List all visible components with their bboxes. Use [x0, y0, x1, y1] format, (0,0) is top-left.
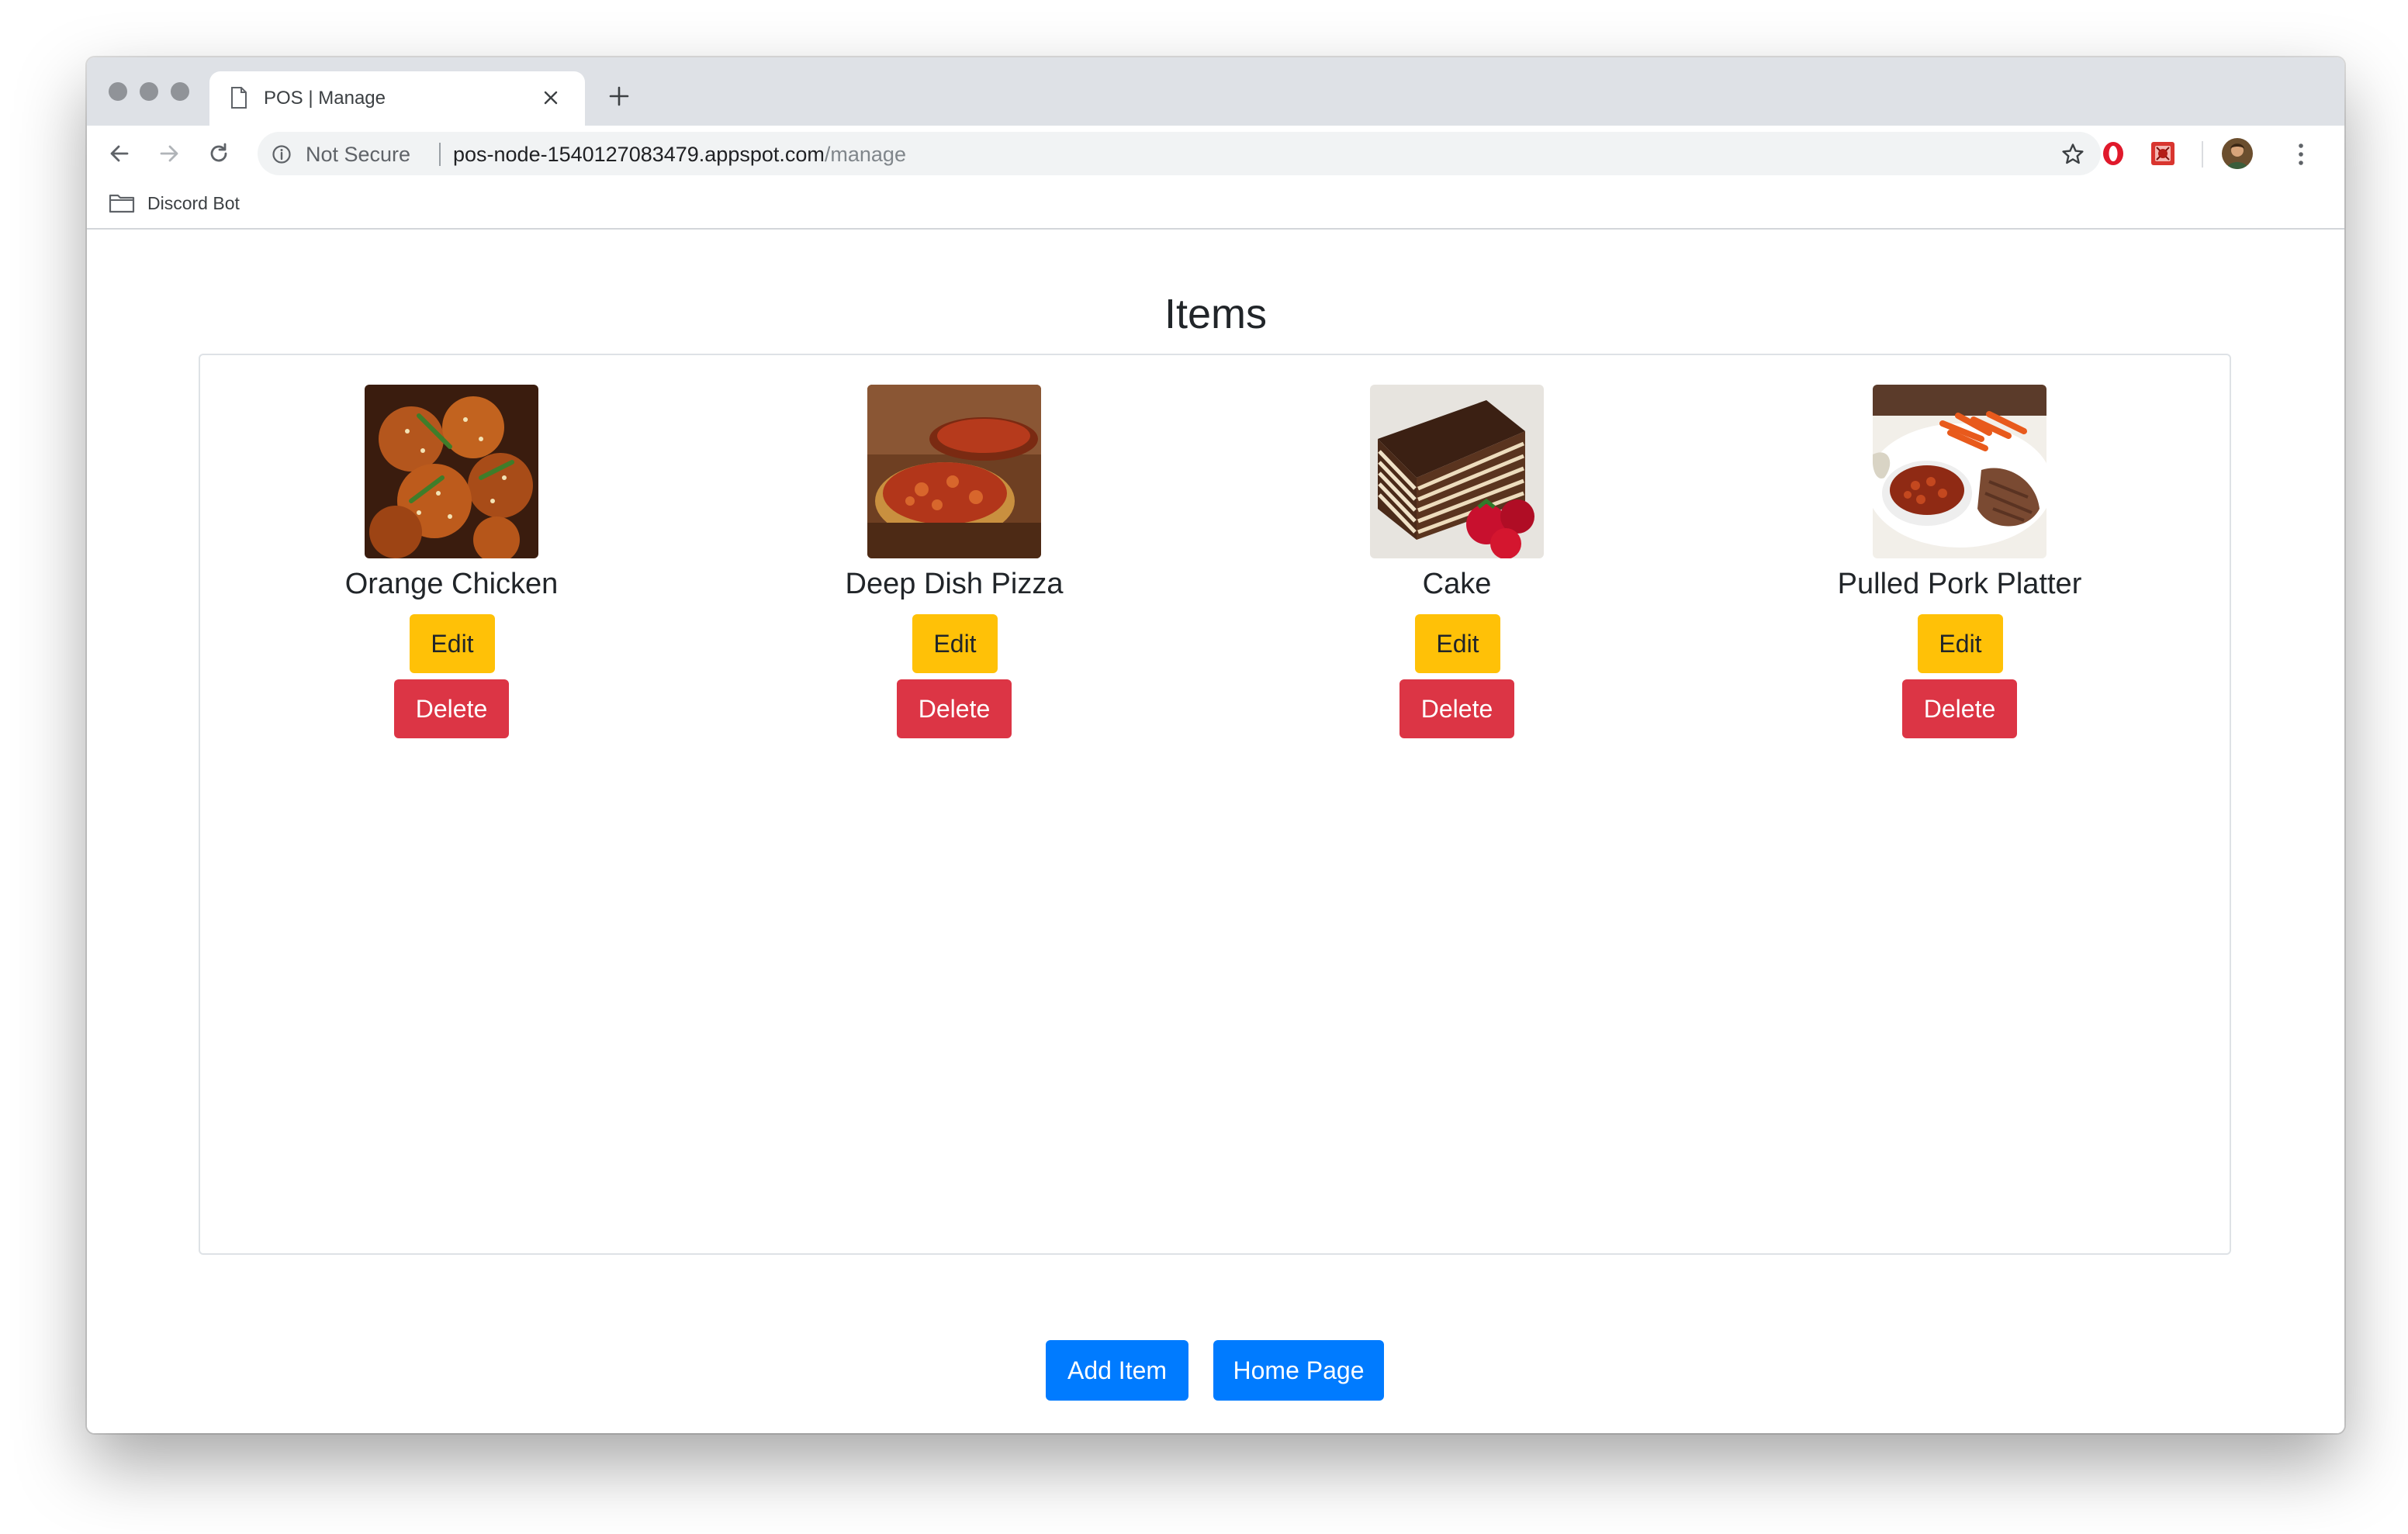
browser-window: POS | Manage Not Secure pos-node-1540127…	[87, 57, 2344, 1433]
kebab-menu-icon[interactable]	[2296, 141, 2306, 168]
desktop: POS | Manage Not Secure pos-node-1540127…	[0, 0, 2408, 1534]
avatar-icon	[2222, 138, 2253, 169]
delete-button[interactable]: Delete	[1399, 679, 1514, 738]
item-image-cake	[1370, 385, 1544, 558]
tab-strip: POS | Manage	[87, 57, 2344, 126]
bookmark-star-icon[interactable]	[2060, 142, 2085, 167]
address-bar[interactable]: Not Secure pos-node-1540127083479.appspo…	[258, 132, 2101, 175]
tab-pos-manage[interactable]: POS | Manage	[209, 71, 585, 126]
red-extension-icon[interactable]	[2149, 140, 2177, 168]
opera-extension-icon[interactable]	[2099, 140, 2127, 168]
url-host: pos-node-1540127083479.appspot.com	[453, 143, 825, 166]
window-close-button[interactable]	[109, 82, 127, 101]
document-icon	[231, 87, 247, 109]
delete-button[interactable]: Delete	[897, 679, 1012, 738]
url-path: /manage	[824, 143, 906, 166]
item-name: Cake	[1422, 568, 1492, 600]
edit-button[interactable]: Edit	[410, 614, 495, 673]
item-name: Pulled Pork Platter	[1837, 568, 2082, 600]
omnibox-divider	[439, 143, 441, 166]
item-image-deep-dish-pizza	[867, 385, 1041, 558]
bookmarks-bar: Discord Bot	[87, 181, 2344, 230]
item-card: Orange Chicken Edit Delete	[200, 385, 703, 741]
plus-icon[interactable]	[608, 85, 630, 107]
delete-button[interactable]: Delete	[394, 679, 509, 738]
forward-arrow-icon[interactable]	[157, 141, 182, 166]
profile-avatar[interactable]	[2222, 138, 2253, 169]
bookmark-discord-bot[interactable]: Discord Bot	[147, 193, 240, 214]
item-card: Cake Edit Delete	[1206, 385, 1708, 741]
item-name: Deep Dish Pizza	[845, 568, 1064, 600]
page-title: Items	[1164, 291, 1268, 337]
security-label[interactable]: Not Secure	[306, 143, 410, 167]
home-page-button[interactable]: Home Page	[1213, 1340, 1384, 1401]
add-item-button[interactable]: Add Item	[1046, 1340, 1188, 1401]
item-name: Orange Chicken	[344, 568, 559, 600]
folder-icon	[109, 194, 135, 213]
browser-toolbar: Not Secure pos-node-1540127083479.appspo…	[87, 126, 2344, 181]
item-image-pulled-pork-platter	[1873, 385, 2046, 558]
info-icon[interactable]	[272, 144, 292, 164]
page-content: Items Orange Chicken Edit Delete Deep Di…	[87, 231, 2344, 1433]
item-card: Deep Dish Pizza Edit Delete	[703, 385, 1206, 741]
window-minimize-button[interactable]	[140, 82, 158, 101]
item-card: Pulled Pork Platter Edit Delete	[1708, 385, 2211, 741]
toolbar-divider	[2202, 141, 2203, 168]
reload-icon[interactable]	[206, 141, 231, 166]
back-arrow-icon[interactable]	[107, 141, 132, 166]
close-icon[interactable]	[541, 88, 560, 107]
delete-button[interactable]: Delete	[1902, 679, 2017, 738]
item-image-orange-chicken	[365, 385, 538, 558]
url-text[interactable]: pos-node-1540127083479.appspot.com/manag…	[453, 143, 906, 167]
edit-button[interactable]: Edit	[912, 614, 998, 673]
items-container: Orange Chicken Edit Delete Deep Dish Piz…	[199, 354, 2231, 1255]
window-maximize-button[interactable]	[171, 82, 189, 101]
edit-button[interactable]: Edit	[1918, 614, 2003, 673]
tab-title: POS | Manage	[264, 88, 386, 109]
edit-button[interactable]: Edit	[1415, 614, 1500, 673]
